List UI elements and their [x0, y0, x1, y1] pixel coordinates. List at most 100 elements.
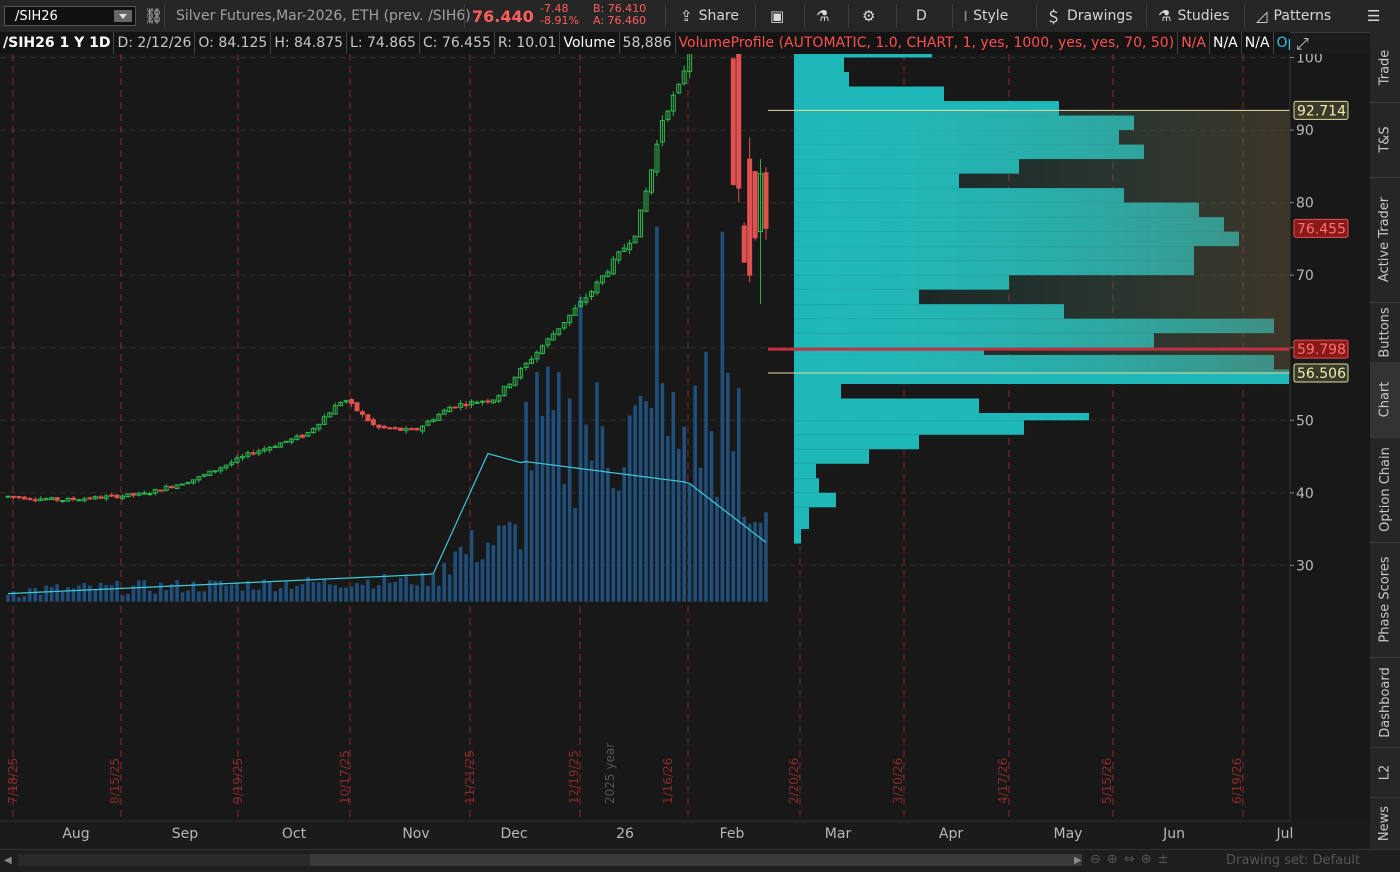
side-tab-dashboard[interactable]: Dashboard: [1370, 657, 1400, 748]
candle-body: [354, 402, 360, 412]
candle-body: [272, 445, 278, 448]
candle-body: [736, 54, 742, 189]
volume-bar: [382, 574, 387, 602]
candle-body: [98, 496, 104, 499]
volume-bar: [349, 586, 354, 602]
na-2: N/A: [1210, 32, 1242, 54]
snapshot-button[interactable]: ▣: [770, 0, 790, 32]
side-tab-t-s[interactable]: T&S: [1370, 102, 1400, 178]
volume-bar: [546, 366, 550, 602]
volume-bar: [387, 582, 392, 602]
expand-icon[interactable]: ⤢: [1296, 34, 1320, 54]
y-axis-background: [1290, 54, 1370, 821]
patterns-button[interactable]: ◿ Patterns: [1256, 0, 1331, 32]
volume-profile-bar: [794, 72, 849, 87]
volume-profile-bar: [794, 434, 919, 450]
period-button[interactable]: D: [916, 0, 927, 32]
volume-bar: [562, 483, 567, 602]
x-tick-label: Mar: [825, 826, 852, 842]
na-1: N/A: [1178, 32, 1210, 54]
side-tab-trade[interactable]: Trade: [1370, 32, 1400, 103]
volume-bar: [344, 587, 348, 602]
candle-body: [741, 225, 747, 263]
value-area: [794, 110, 1290, 374]
volume-bar: [447, 574, 452, 602]
side-tab-label: Option Chain: [1377, 447, 1393, 532]
volume-bar: [431, 574, 436, 602]
status-range: R: 10.01: [495, 32, 561, 54]
zoom-tools[interactable]: ⊖⊕⇔⊕±: [1090, 852, 1175, 867]
volume-bar: [393, 581, 397, 602]
link-icon[interactable]: ⛓: [144, 0, 169, 32]
style-button[interactable]: ⧙ Style: [964, 0, 1008, 32]
candle-body: [250, 452, 256, 455]
pan-icon[interactable]: ⇔: [1124, 852, 1141, 867]
flask-icon: ⚗: [816, 7, 830, 25]
volume-bar: [207, 580, 212, 602]
volume-bar: [649, 407, 654, 602]
volume-bar: [529, 470, 534, 602]
candle-body: [169, 485, 175, 489]
side-tab-label: Phase Scores: [1377, 556, 1393, 643]
scroll-left-icon[interactable]: ◀: [4, 855, 12, 866]
candle-body: [147, 493, 153, 496]
candle-body: [359, 411, 365, 415]
side-tab-l2[interactable]: L2: [1370, 747, 1400, 798]
symbol-selector[interactable]: /SIH26: [4, 6, 136, 26]
scroll-thumb[interactable]: [310, 854, 1082, 866]
side-tab-chart[interactable]: Chart: [1370, 362, 1400, 438]
candle-body: [365, 414, 371, 422]
date-label: 2/20/26: [787, 758, 801, 804]
candle-body: [752, 171, 758, 239]
volume-bar: [109, 585, 114, 602]
y-tick-label: 40: [1296, 486, 1314, 502]
drawing-set-icon[interactable]: ±: [1158, 852, 1175, 867]
side-tab-active-trader[interactable]: Active Trader: [1370, 177, 1400, 303]
drawings-button[interactable]: ＄ Drawings: [1046, 0, 1133, 32]
side-tab-label: Trade: [1377, 49, 1393, 85]
side-tab-option-chain[interactable]: Option Chain: [1370, 437, 1400, 543]
side-tab-buttons[interactable]: Buttons: [1370, 302, 1400, 363]
volume-profile-bar: [794, 478, 819, 493]
date-label: 6/19/26: [1230, 758, 1244, 804]
crosshair-icon[interactable]: ⊕: [1141, 852, 1158, 867]
chevron-down-icon[interactable]: [114, 10, 132, 22]
menu-button[interactable]: ☰: [1367, 0, 1386, 32]
settings-button[interactable]: ⚙: [862, 0, 881, 32]
symbol-text: /SIH26: [15, 9, 58, 24]
volume-bar: [578, 296, 583, 602]
horizontal-scrollbar[interactable]: ◀ ▶ ⊖⊕⇔⊕± Drawing set: Default: [0, 849, 1400, 872]
price-chart[interactable]: 7/18/25 8/15/25 9/19/25 10/17/25 11/21/25 12/…: [0, 54, 1400, 849]
candle-body: [349, 399, 355, 404]
scroll-right-icon[interactable]: ▶: [1074, 855, 1082, 866]
status-open: O: 84.125: [195, 32, 272, 54]
side-tab-news[interactable]: News: [1370, 797, 1400, 850]
zoom-out-icon[interactable]: ⊖: [1090, 852, 1107, 867]
open-link[interactable]: Open...: [1274, 32, 1290, 54]
volume-bar: [6, 594, 10, 602]
volume-bar: [616, 490, 621, 602]
scroll-track[interactable]: [18, 854, 1082, 866]
candle-body: [479, 400, 485, 403]
candle-body: [730, 58, 736, 186]
share-button[interactable]: ⇪ Share: [680, 0, 739, 32]
volume-bar: [126, 593, 130, 602]
zoom-in-icon[interactable]: ⊕: [1107, 852, 1124, 867]
volume-bar: [295, 586, 299, 602]
volume-bar: [638, 395, 643, 602]
volume-bar: [747, 523, 752, 602]
price-label: 56.506: [1297, 366, 1346, 382]
x-tick-label: Jun: [1162, 826, 1185, 842]
volume-bar: [622, 467, 627, 602]
side-tab-phase-scores[interactable]: Phase Scores: [1370, 542, 1400, 658]
price-label: 92.714: [1297, 103, 1346, 119]
flask-button[interactable]: ⚗: [816, 0, 835, 32]
candle-body: [60, 500, 66, 503]
volume-profile-label: VolumeProfile (AUTOMATIC, 1.0, CHART, 1,…: [676, 32, 1179, 54]
candle-body: [76, 499, 82, 502]
volume-bar: [573, 507, 577, 602]
y-tick-label: 100: [1296, 54, 1323, 67]
volume-bar: [98, 582, 103, 602]
studies-button[interactable]: ⚗ Studies: [1158, 0, 1229, 32]
candle-body: [381, 425, 387, 429]
